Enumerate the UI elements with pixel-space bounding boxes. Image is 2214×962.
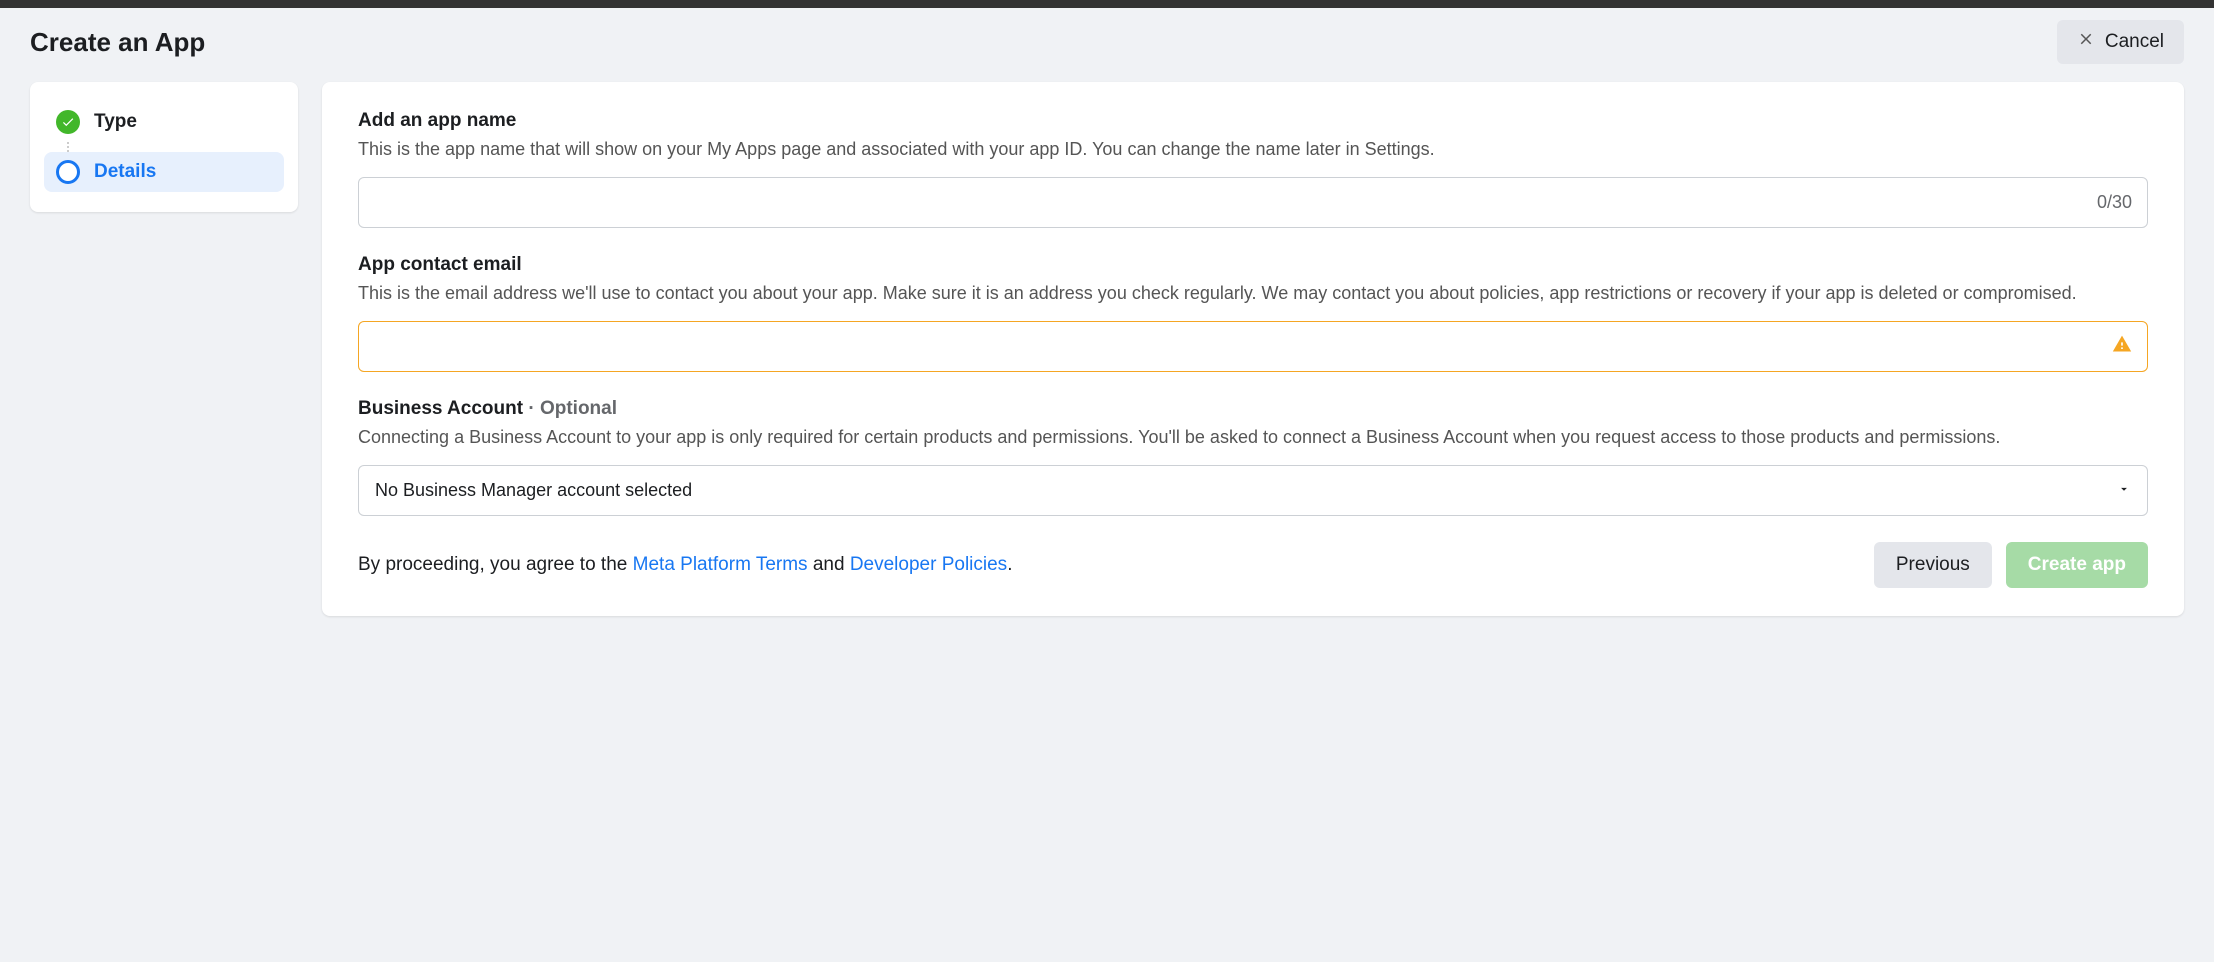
business-account-select[interactable]: No Business Manager account selected: [358, 465, 2148, 516]
sidebar-step-type[interactable]: Type: [44, 102, 284, 142]
terms-suffix: .: [1007, 554, 1012, 575]
contact-email-input[interactable]: [358, 321, 2148, 372]
circle-outline-icon: [56, 160, 80, 184]
section-business-account: Business Account · Optional Connecting a…: [358, 398, 2148, 516]
app-name-desc: This is the app name that will show on y…: [358, 136, 2148, 163]
header: Create an App Cancel: [0, 8, 2214, 82]
top-bar: [0, 0, 2214, 8]
terms-prefix: By proceeding, you agree to the: [358, 554, 633, 575]
contact-email-title: App contact email: [358, 254, 2148, 276]
step-label: Details: [94, 161, 156, 183]
step-label: Type: [94, 111, 137, 133]
cancel-button[interactable]: Cancel: [2057, 20, 2184, 64]
business-title-text: Business Account: [358, 398, 523, 419]
developer-policies-link[interactable]: Developer Policies: [850, 554, 1007, 575]
button-group: Previous Create app: [1874, 542, 2148, 588]
contact-email-input-wrap: [358, 321, 2148, 372]
terms-mid: and: [808, 554, 850, 575]
section-contact-email: App contact email This is the email addr…: [358, 254, 2148, 372]
app-name-title: Add an app name: [358, 110, 2148, 132]
content: Type Details Add an app name This is the…: [0, 82, 2214, 646]
step-connector: [67, 142, 69, 152]
business-account-title: Business Account · Optional: [358, 398, 2148, 420]
app-name-input-wrap: 0/30: [358, 177, 2148, 228]
terms-text: By proceeding, you agree to the Meta Pla…: [358, 554, 1012, 576]
optional-tag: · Optional: [523, 398, 617, 419]
footer-row: By proceeding, you agree to the Meta Pla…: [358, 542, 2148, 588]
sidebar-step-details[interactable]: Details: [44, 152, 284, 192]
page-title: Create an App: [30, 27, 205, 58]
business-select-wrap: No Business Manager account selected: [358, 465, 2148, 516]
create-app-button[interactable]: Create app: [2006, 542, 2148, 588]
caret-down-icon: [2117, 480, 2131, 501]
section-app-name: Add an app name This is the app name tha…: [358, 110, 2148, 228]
contact-email-desc: This is the email address we'll use to c…: [358, 280, 2148, 307]
sidebar: Type Details: [30, 82, 298, 212]
close-icon: [2077, 30, 2095, 54]
cancel-label: Cancel: [2105, 31, 2164, 53]
platform-terms-link[interactable]: Meta Platform Terms: [633, 554, 808, 575]
previous-button[interactable]: Previous: [1874, 542, 1992, 588]
app-name-input[interactable]: [358, 177, 2148, 228]
business-account-desc: Connecting a Business Account to your ap…: [358, 424, 2148, 451]
main-card: Add an app name This is the app name tha…: [322, 82, 2184, 616]
check-circle-icon: [56, 110, 80, 134]
select-value: No Business Manager account selected: [375, 480, 692, 501]
